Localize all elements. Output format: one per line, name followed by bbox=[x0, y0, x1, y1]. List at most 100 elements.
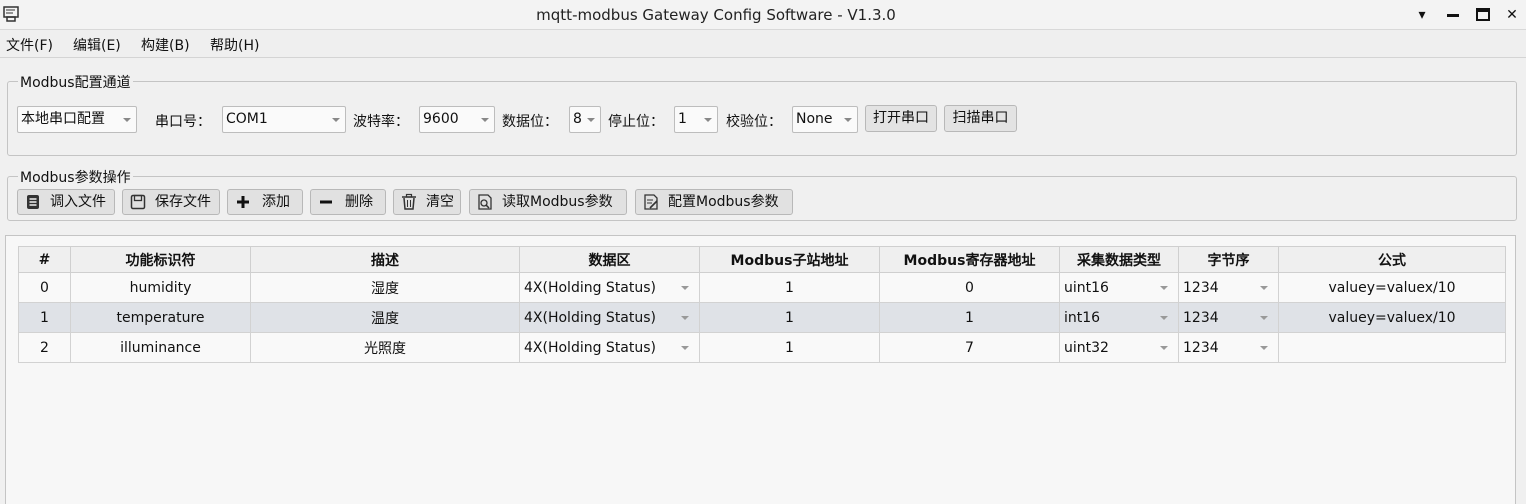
databits-value: 8 bbox=[573, 111, 582, 127]
scan-port-button[interactable]: 扫描串口 bbox=[944, 105, 1017, 132]
parity-value: None bbox=[796, 111, 833, 127]
stopbits-label: 停止位： bbox=[608, 114, 664, 130]
cell-data-type: uint16 bbox=[1064, 279, 1109, 296]
menu-file[interactable]: 文件(F) bbox=[6, 35, 53, 55]
header-register-address[interactable]: Modbus寄存器地址 bbox=[879, 246, 1060, 273]
close-button[interactable]: ✕ bbox=[1500, 3, 1524, 27]
config-mode-select[interactable]: 本地串口配置 bbox=[17, 106, 137, 133]
cell-byte-order-select[interactable]: 1234 bbox=[1178, 332, 1279, 363]
read-modbus-label: 读取Modbus参数 bbox=[502, 194, 613, 210]
cell-data-type-select[interactable]: int16 bbox=[1059, 302, 1179, 333]
table-row[interactable]: 1 temperature 温度 4X(Holding Status) 1 1 … bbox=[18, 302, 1506, 333]
open-port-button[interactable]: 打开串口 bbox=[865, 105, 937, 132]
cell-data-type-select[interactable]: uint32 bbox=[1059, 332, 1179, 363]
add-label: 添加 bbox=[262, 194, 290, 210]
menu-help[interactable]: 帮助(H) bbox=[210, 35, 259, 55]
cell-index[interactable]: 0 bbox=[18, 272, 71, 303]
databits-select[interactable]: 8 bbox=[569, 106, 601, 133]
maximize-button[interactable] bbox=[1471, 3, 1495, 27]
chevron-down-icon bbox=[1160, 316, 1168, 320]
cell-description[interactable]: 湿度 bbox=[250, 272, 520, 303]
cell-slave-address[interactable]: 1 bbox=[699, 302, 880, 333]
cell-byte-order-select[interactable]: 1234 bbox=[1178, 302, 1279, 333]
cell-data-area-select[interactable]: 4X(Holding Status) bbox=[519, 302, 700, 333]
cell-data-area-select[interactable]: 4X(Holding Status) bbox=[519, 272, 700, 303]
cell-byte-order: 1234 bbox=[1183, 309, 1219, 326]
cell-data-area-select[interactable]: 4X(Holding Status) bbox=[519, 332, 700, 363]
chevron-down-icon bbox=[1160, 346, 1168, 350]
parity-select[interactable]: None bbox=[792, 106, 858, 133]
save-file-button[interactable]: 保存文件 bbox=[122, 189, 220, 215]
chevron-down-icon bbox=[1260, 286, 1268, 290]
chevron-down-icon bbox=[587, 118, 595, 122]
minimize-button[interactable] bbox=[1441, 3, 1465, 27]
params-table-frame: # 功能标识符 描述 数据区 Modbus子站地址 Modbus寄存器地址 采集… bbox=[5, 235, 1516, 504]
header-identifier[interactable]: 功能标识符 bbox=[70, 246, 251, 273]
baud-value: 9600 bbox=[423, 111, 459, 127]
params-group-title: Modbus参数操作 bbox=[18, 167, 133, 187]
chevron-down-icon bbox=[1160, 286, 1168, 290]
cell-slave-address[interactable]: 1 bbox=[699, 332, 880, 363]
menu-build[interactable]: 构建(B) bbox=[141, 35, 190, 55]
menu-edit[interactable]: 编辑(E) bbox=[73, 35, 121, 55]
cell-description[interactable]: 光照度 bbox=[250, 332, 520, 363]
add-button[interactable]: 添加 bbox=[227, 189, 303, 215]
cell-register-address[interactable]: 7 bbox=[879, 332, 1060, 363]
params-table: # 功能标识符 描述 数据区 Modbus子站地址 Modbus寄存器地址 采集… bbox=[18, 246, 1506, 363]
cell-formula[interactable] bbox=[1278, 332, 1506, 363]
cell-formula[interactable]: valuey=valuex/10 bbox=[1278, 272, 1506, 303]
load-file-label: 调入文件 bbox=[50, 194, 106, 210]
table-row[interactable]: 2 illuminance 光照度 4X(Holding Status) 1 7… bbox=[18, 332, 1506, 363]
plus-icon bbox=[237, 196, 249, 208]
chevron-down-icon bbox=[1260, 316, 1268, 320]
chevron-down-icon bbox=[681, 286, 689, 290]
cell-data-type: uint32 bbox=[1064, 339, 1109, 356]
table-row[interactable]: 0 humidity 湿度 4X(Holding Status) 1 0 uin… bbox=[18, 272, 1506, 303]
minus-icon bbox=[320, 200, 332, 204]
chevron-down-icon bbox=[481, 118, 489, 122]
cell-formula[interactable]: valuey=valuex/10 bbox=[1278, 302, 1506, 333]
cell-index[interactable]: 2 bbox=[18, 332, 71, 363]
cell-data-type-select[interactable]: uint16 bbox=[1059, 272, 1179, 303]
clear-button[interactable]: 清空 bbox=[393, 189, 461, 215]
header-description[interactable]: 描述 bbox=[250, 246, 520, 273]
header-slave-address[interactable]: Modbus子站地址 bbox=[699, 246, 880, 273]
cell-index[interactable]: 1 bbox=[18, 302, 71, 333]
cell-identifier[interactable]: illuminance bbox=[70, 332, 251, 363]
dropdown-icon[interactable]: ▾ bbox=[1410, 3, 1434, 27]
save-icon bbox=[130, 194, 146, 210]
document-icon bbox=[27, 195, 39, 209]
header-formula[interactable]: 公式 bbox=[1278, 246, 1506, 273]
config-modbus-button[interactable]: 配置Modbus参数 bbox=[635, 189, 793, 215]
config-modbus-label: 配置Modbus参数 bbox=[668, 194, 779, 210]
cell-register-address[interactable]: 0 bbox=[879, 272, 1060, 303]
header-data-area[interactable]: 数据区 bbox=[519, 246, 700, 273]
cell-data-area: 4X(Holding Status) bbox=[524, 309, 657, 326]
delete-label: 删除 bbox=[345, 194, 373, 210]
edit-document-icon bbox=[644, 194, 658, 210]
channel-group: Modbus配置通道 本地串口配置 串口号： COM1 波特率： 9600 数据… bbox=[7, 72, 1517, 156]
read-modbus-button[interactable]: 读取Modbus参数 bbox=[469, 189, 627, 215]
cell-register-address[interactable]: 1 bbox=[879, 302, 1060, 333]
header-data-type[interactable]: 采集数据类型 bbox=[1059, 246, 1179, 273]
load-file-button[interactable]: 调入文件 bbox=[17, 189, 115, 215]
stopbits-select[interactable]: 1 bbox=[674, 106, 718, 133]
cell-slave-address[interactable]: 1 bbox=[699, 272, 880, 303]
databits-label: 数据位： bbox=[502, 114, 558, 130]
header-index[interactable]: # bbox=[18, 246, 71, 273]
port-select[interactable]: COM1 bbox=[222, 106, 346, 133]
port-value: COM1 bbox=[226, 111, 268, 127]
cell-identifier[interactable]: humidity bbox=[70, 272, 251, 303]
cell-data-type: int16 bbox=[1064, 309, 1101, 326]
title-bar: mqtt-modbus Gateway Config Software - V1… bbox=[0, 0, 1526, 30]
chevron-down-icon bbox=[704, 118, 712, 122]
header-byte-order[interactable]: 字节序 bbox=[1178, 246, 1279, 273]
cell-byte-order-select[interactable]: 1234 bbox=[1178, 272, 1279, 303]
menu-bar: 文件(F) 编辑(E) 构建(B) 帮助(H) bbox=[0, 30, 1526, 58]
cell-byte-order: 1234 bbox=[1183, 339, 1219, 356]
delete-button[interactable]: 删除 bbox=[310, 189, 386, 215]
cell-data-area: 4X(Holding Status) bbox=[524, 279, 657, 296]
cell-identifier[interactable]: temperature bbox=[70, 302, 251, 333]
baud-select[interactable]: 9600 bbox=[419, 106, 495, 133]
cell-description[interactable]: 温度 bbox=[250, 302, 520, 333]
